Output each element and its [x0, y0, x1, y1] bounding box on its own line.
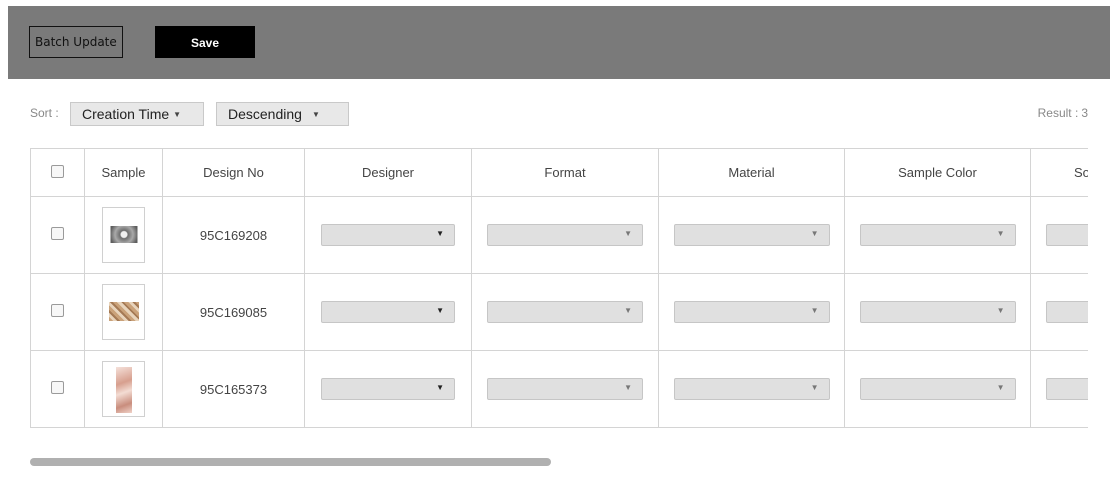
- sample-image: [115, 367, 132, 413]
- format-select[interactable]: ▼: [487, 224, 643, 246]
- sort-label: Sort :: [30, 106, 59, 120]
- truncated-select[interactable]: [1046, 224, 1088, 246]
- sort-field-select[interactable]: Creation Time ▼: [70, 102, 204, 126]
- design-table: Sample Design No Designer Format Materia…: [30, 148, 1088, 428]
- caret-down-icon: ▼: [996, 383, 1005, 392]
- sort-order-value: Descending: [228, 106, 302, 122]
- col-header-truncated: So: [1030, 148, 1088, 197]
- caret-down-icon: ▼: [311, 110, 320, 119]
- result-label: Result :: [1037, 106, 1079, 120]
- designer-select[interactable]: ▼: [321, 378, 455, 400]
- design-no-cell: 95C169085: [162, 273, 305, 351]
- caret-down-icon: ▼: [810, 306, 819, 315]
- sort-field-value: Creation Time: [82, 106, 170, 122]
- material-select[interactable]: ▼: [673, 224, 830, 246]
- truncated-select[interactable]: [1046, 378, 1088, 400]
- caret-down-icon: ▼: [624, 229, 632, 238]
- designer-select[interactable]: ▼: [321, 224, 455, 246]
- truncated-select[interactable]: [1046, 301, 1088, 323]
- sample-color-select[interactable]: ▼: [859, 378, 1016, 400]
- col-header-sample-color: Sample Color: [844, 148, 1031, 197]
- select-all-cell: [30, 148, 85, 197]
- caret-down-icon: ▼: [436, 306, 444, 315]
- design-table-viewport: Sample Design No Designer Format Materia…: [30, 148, 1088, 428]
- caret-down-icon: ▼: [173, 110, 182, 119]
- format-select[interactable]: ▼: [487, 301, 643, 323]
- sample-image: [108, 302, 139, 321]
- sample-color-select[interactable]: ▼: [859, 301, 1016, 323]
- sample-thumbnail[interactable]: [102, 284, 145, 340]
- row-checkbox[interactable]: [51, 304, 64, 317]
- caret-down-icon: ▼: [624, 306, 632, 315]
- caret-down-icon: ▼: [436, 383, 444, 392]
- caret-down-icon: ▼: [436, 229, 444, 238]
- sample-color-select[interactable]: ▼: [859, 224, 1016, 246]
- sort-order-select[interactable]: Descending ▼: [216, 102, 349, 126]
- table-row: 95C169208 ▼ ▼ ▼ ▼: [30, 196, 1088, 274]
- sample-thumbnail[interactable]: [102, 361, 145, 417]
- result-count: Result :3: [1038, 106, 1088, 120]
- result-value: 3: [1081, 106, 1088, 120]
- table-header-row: Sample Design No Designer Format Materia…: [30, 148, 1088, 197]
- col-header-material: Material: [658, 148, 845, 197]
- select-all-checkbox[interactable]: [51, 164, 64, 178]
- col-header-designer: Designer: [304, 148, 472, 197]
- designer-select[interactable]: ▼: [321, 301, 455, 323]
- table-row: 95C165373 ▼ ▼ ▼ ▼: [30, 350, 1088, 428]
- sample-image: [110, 226, 137, 243]
- design-no-cell: 95C169208: [162, 196, 305, 274]
- material-select[interactable]: ▼: [673, 378, 830, 400]
- batch-update-button[interactable]: Batch Update: [29, 26, 123, 58]
- caret-down-icon: ▼: [996, 306, 1005, 315]
- col-header-sample: Sample: [84, 148, 163, 197]
- caret-down-icon: ▼: [810, 383, 819, 392]
- caret-down-icon: ▼: [624, 383, 632, 392]
- col-header-design-no: Design No: [162, 148, 305, 197]
- col-header-format: Format: [471, 148, 659, 197]
- row-checkbox[interactable]: [51, 227, 64, 240]
- save-button[interactable]: Save: [155, 26, 255, 58]
- table-row: 95C169085 ▼ ▼ ▼ ▼: [30, 273, 1088, 351]
- toolbar: Batch Update Save: [8, 6, 1110, 79]
- horizontal-scrollbar-thumb[interactable]: [30, 458, 551, 466]
- sample-thumbnail[interactable]: [102, 207, 145, 263]
- design-no-cell: 95C165373: [162, 350, 305, 428]
- row-checkbox[interactable]: [51, 381, 64, 394]
- format-select[interactable]: ▼: [487, 378, 643, 400]
- caret-down-icon: ▼: [996, 229, 1005, 238]
- caret-down-icon: ▼: [810, 229, 819, 238]
- material-select[interactable]: ▼: [673, 301, 830, 323]
